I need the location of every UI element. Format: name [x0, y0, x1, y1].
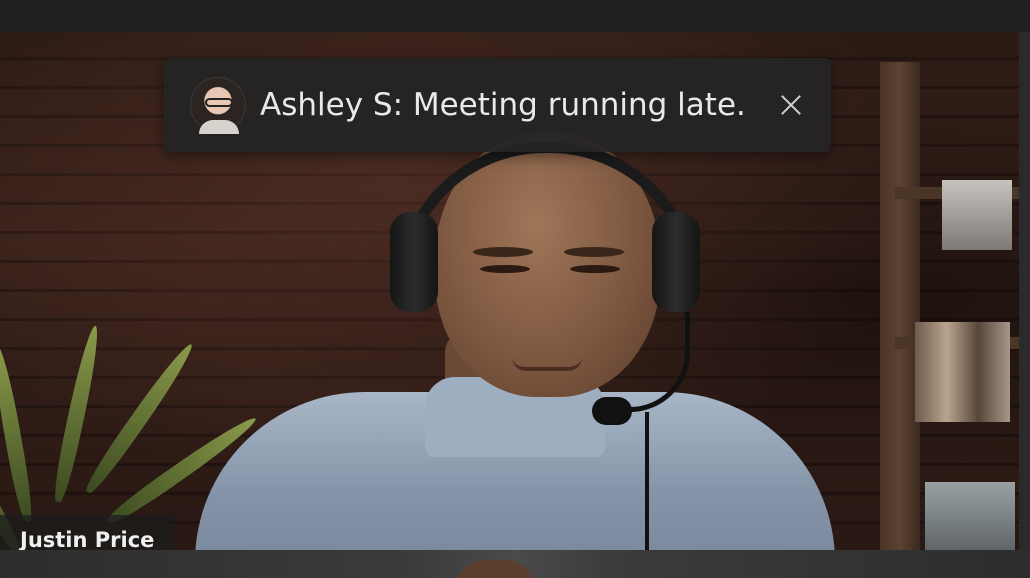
glasses-icon [205, 98, 233, 107]
headset-ear-cup [652, 212, 700, 312]
participant-name-tag: Justin Price [0, 515, 175, 551]
headset-ear-cup [390, 212, 438, 312]
shelf-item [925, 482, 1015, 550]
shelf-item [942, 180, 1012, 250]
top-bar [0, 0, 1030, 32]
plant [0, 282, 261, 550]
shelf-post [880, 62, 920, 550]
close-icon[interactable] [777, 91, 805, 119]
shelf-books [915, 322, 1010, 422]
side-strip [1019, 32, 1030, 550]
mouth [512, 357, 582, 371]
chat-notification-toast[interactable]: Ashley S: Meeting running late. [164, 58, 831, 152]
participant-figure [190, 132, 840, 550]
mic-cable [645, 412, 649, 550]
participant-name: Justin Price [20, 527, 155, 551]
notification-message: Ashley S: Meeting running late. [260, 87, 746, 123]
sender-avatar [190, 77, 246, 134]
microphone-icon [592, 397, 632, 425]
